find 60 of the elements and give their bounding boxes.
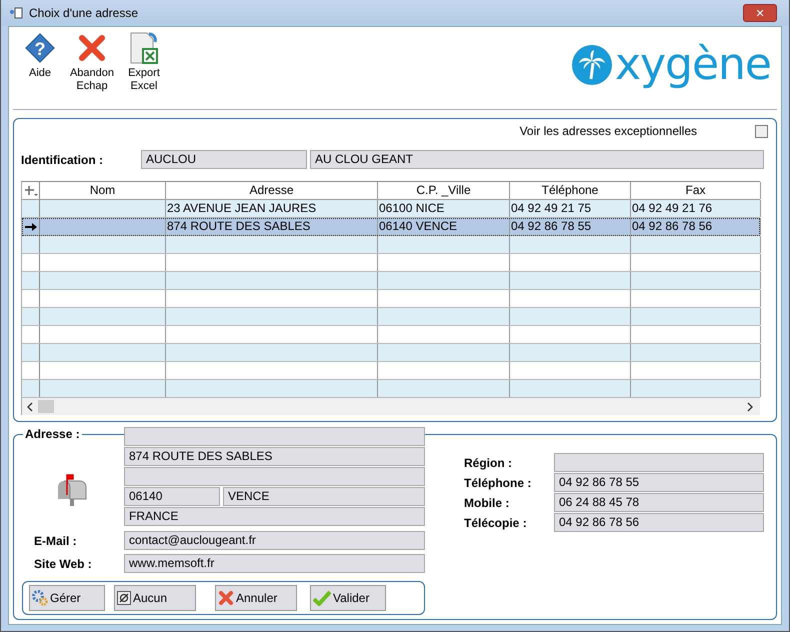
address-line-field[interactable] <box>124 467 425 486</box>
table-cell: 06140 VENCE <box>378 218 510 235</box>
country-field[interactable]: FRANCE <box>124 507 425 526</box>
cross-icon <box>218 590 234 606</box>
column-header[interactable]: Adresse <box>166 182 378 199</box>
toolbar-button[interactable]: Abandon Echap <box>69 31 115 93</box>
action-button[interactable]: Annuler <box>215 585 297 611</box>
postcode-field[interactable]: 06140 <box>124 487 220 506</box>
column-chooser-icon[interactable] <box>22 182 40 199</box>
logo: xygène <box>570 43 771 87</box>
contact-field[interactable]: 06 24 88 45 78 <box>554 493 764 512</box>
table-cell: 04 92 49 21 76 <box>631 200 761 217</box>
gears-icon <box>32 590 48 606</box>
column-header[interactable]: C.P. _Ville <box>378 182 510 199</box>
palm-icon <box>570 43 614 87</box>
field-label: Site Web : <box>33 556 93 570</box>
action-button[interactable]: Gérer <box>29 585 105 611</box>
close-button[interactable]: ✕ <box>743 4 777 22</box>
code-field[interactable]: AUCLOU <box>141 150 307 169</box>
table-cell: 04 92 86 78 55 <box>510 218 631 235</box>
check-icon <box>313 590 331 606</box>
column-header[interactable]: Téléphone <box>510 182 631 199</box>
section-title: Adresse : <box>23 427 82 441</box>
action-button[interactable]: Valider <box>310 585 386 611</box>
field-label: Télécopie : <box>464 516 528 530</box>
window-title: Choix d'une adresse <box>29 6 140 20</box>
table-cell: 06100 NICE <box>378 200 510 217</box>
table-row[interactable]: 23 AVENUE JEAN JAURES 06100 NICE 04 92 49 21 75 04 92 49 21 76 <box>22 200 760 218</box>
field-label: Téléphone : <box>464 476 532 490</box>
contact-field[interactable]: 04 92 86 78 55 <box>554 473 764 492</box>
table-row[interactable]: 874 ROUTE DES SABLES 06140 VENCE 04 92 86 78 55 04 92 86 78 56 <box>22 218 760 236</box>
field-label: Région : <box>464 456 513 470</box>
email-field[interactable]: contact@auclougeant.fr <box>124 531 425 550</box>
city-field[interactable]: VENCE <box>223 487 425 506</box>
field-label: Mobile : <box>464 496 510 510</box>
toolbar-button[interactable]: ? Aide <box>17 31 63 80</box>
address-line-field[interactable] <box>124 427 425 446</box>
contact-field[interactable]: 04 92 86 78 56 <box>554 513 764 532</box>
field-label: Identification : <box>21 152 104 166</box>
window-icon <box>9 6 23 20</box>
option-label: Voir les adresses exceptionnelles <box>520 124 697 138</box>
table-cell: 04 92 49 21 75 <box>510 200 631 217</box>
checkbox[interactable] <box>755 124 768 138</box>
table-cell: 23 AVENUE JEAN JAURES <box>166 200 378 217</box>
empty-set-icon <box>117 591 131 605</box>
table-cell: 874 ROUTE DES SABLES <box>166 218 378 235</box>
horizontal-scrollbar[interactable] <box>22 398 760 415</box>
column-header[interactable]: Fax <box>631 182 761 199</box>
action-button[interactable]: Aucun <box>114 585 196 611</box>
help-icon: ? <box>23 31 57 65</box>
scroll-thumb[interactable] <box>38 400 54 413</box>
toolbar-button[interactable]: Export Excel <box>121 31 167 93</box>
website-field[interactable]: www.memsoft.fr <box>124 554 425 573</box>
contact-field[interactable] <box>554 453 764 472</box>
current-row-arrow-icon <box>24 222 36 232</box>
column-header[interactable]: Nom <box>40 182 166 199</box>
address-line-field[interactable]: 874 ROUTE DES SABLES <box>124 447 425 466</box>
name-field[interactable]: AU CLOU GEANT <box>310 150 764 169</box>
table-cell: 04 92 86 78 56 <box>631 218 761 235</box>
field-label: E-Mail : <box>33 534 78 548</box>
